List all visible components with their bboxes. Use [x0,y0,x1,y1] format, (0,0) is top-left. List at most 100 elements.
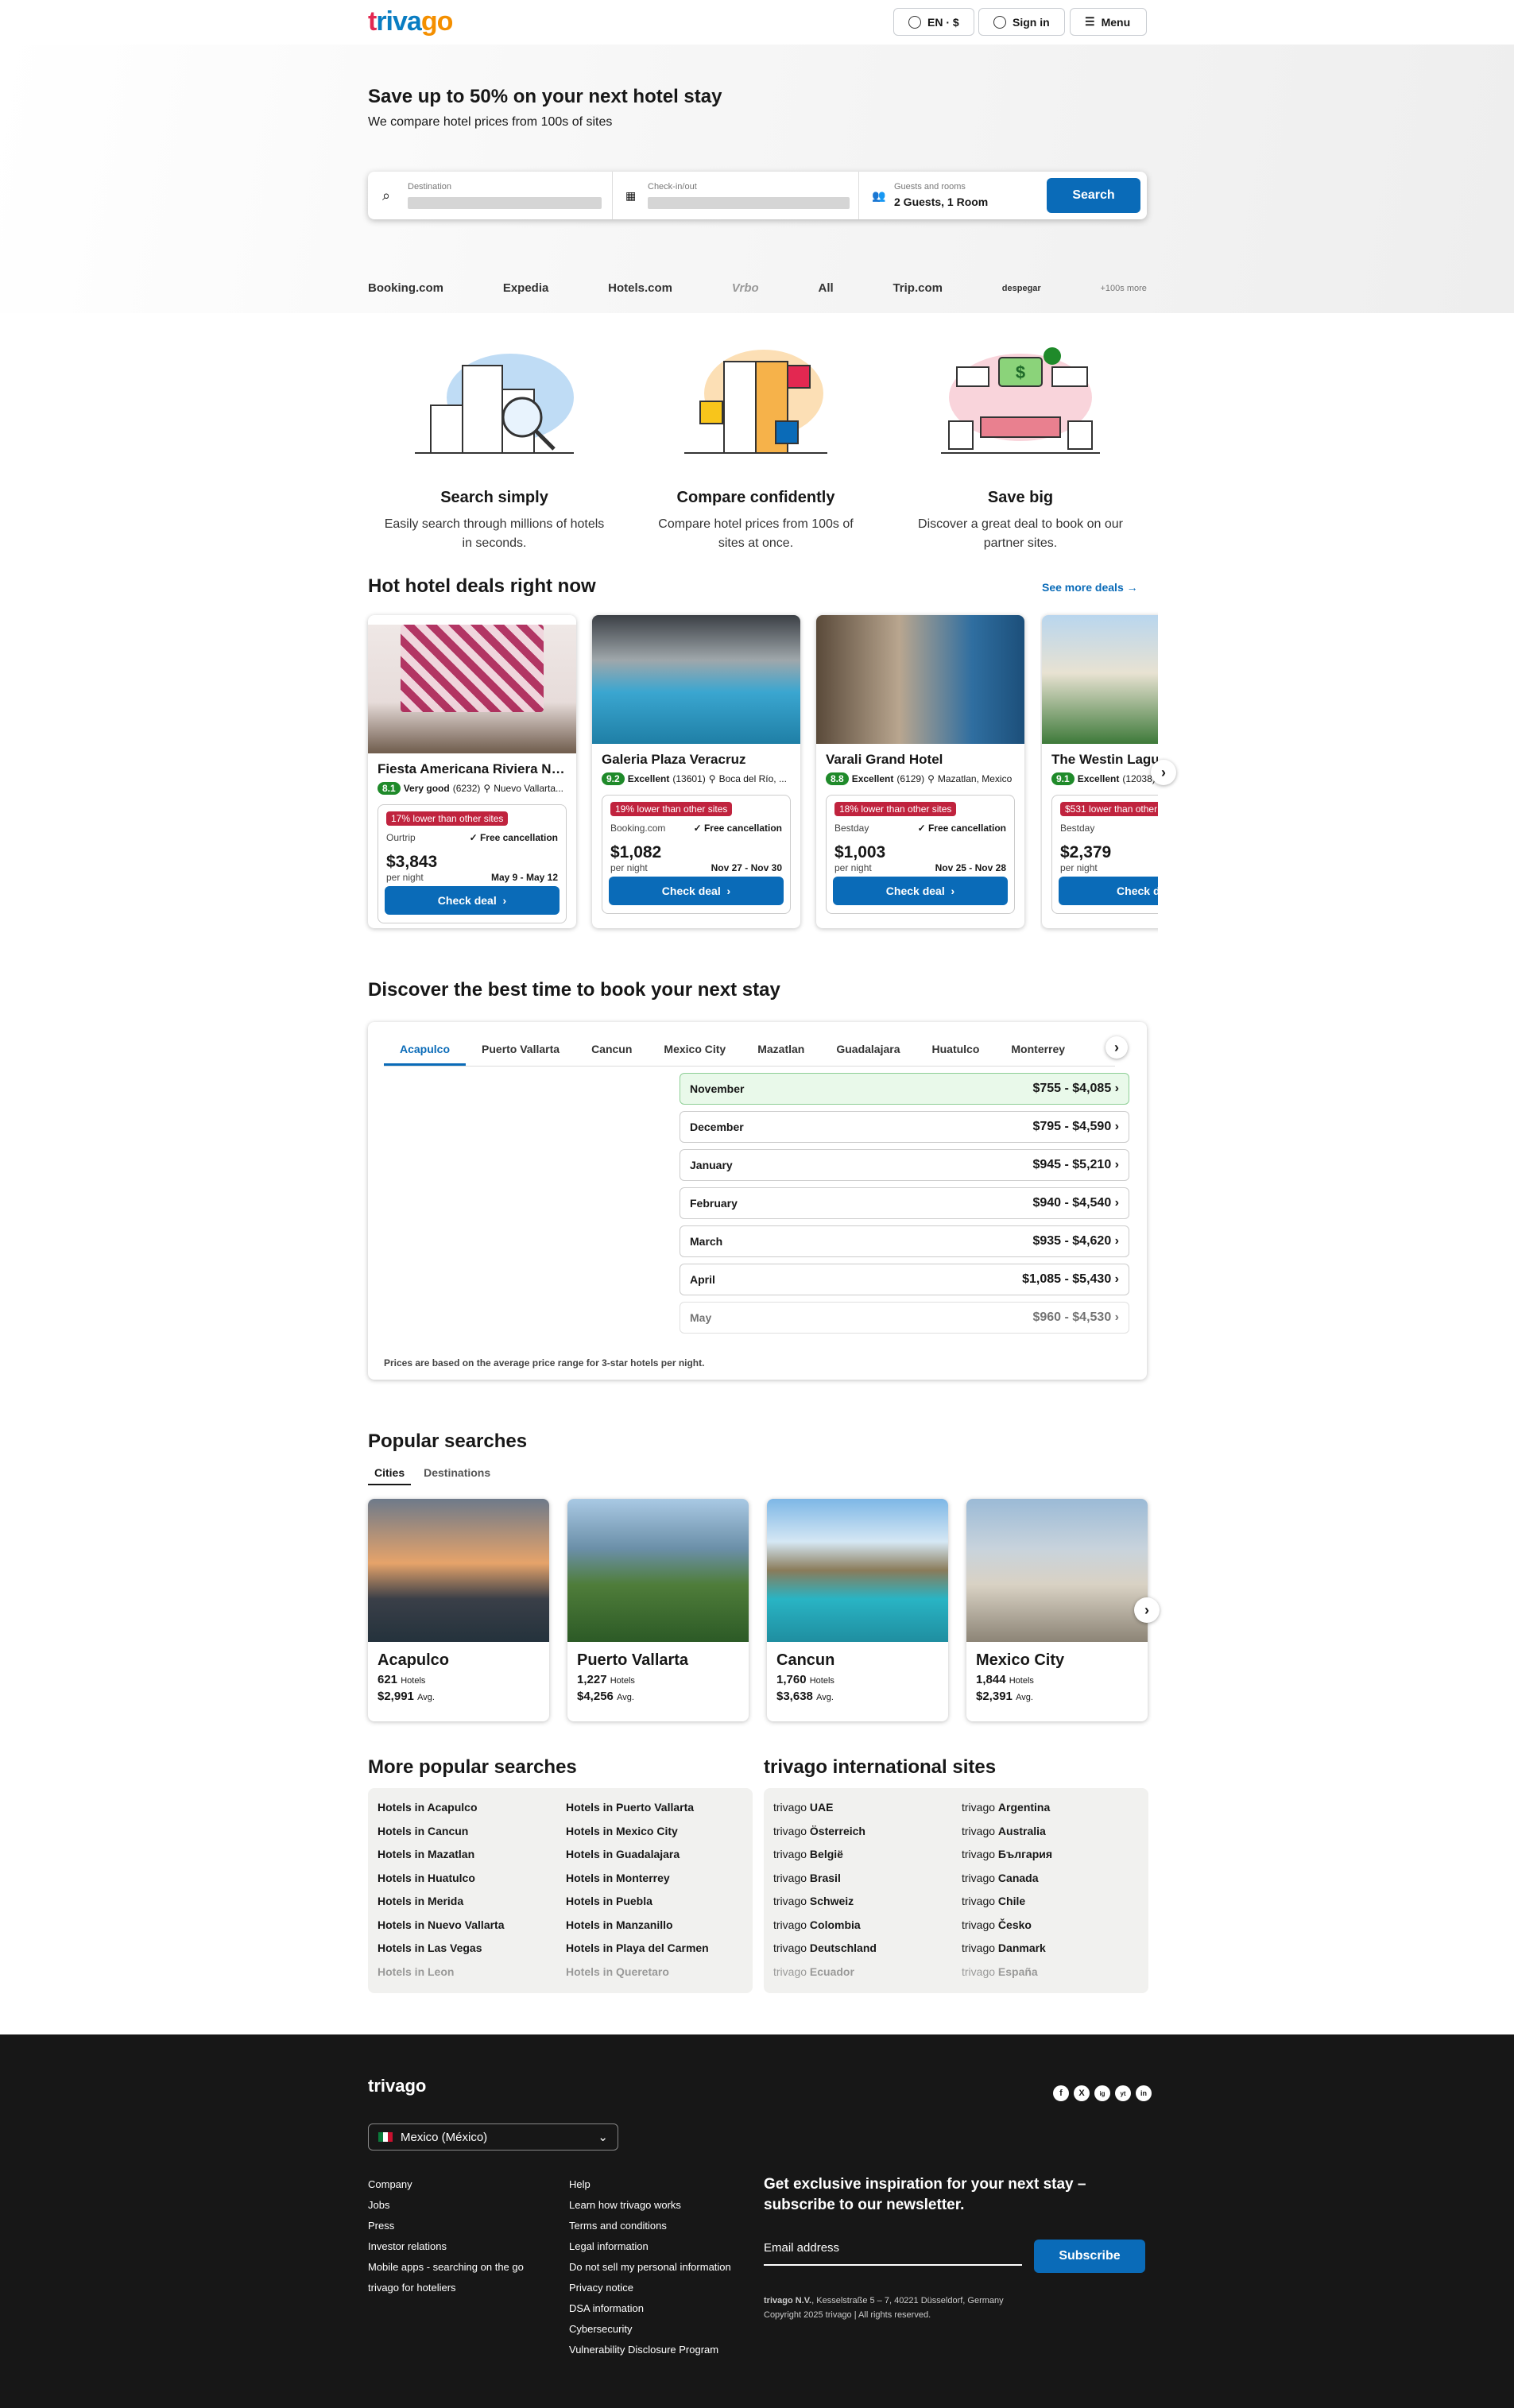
search-link[interactable]: Hotels in Puebla [566,1893,743,1917]
search-link[interactable]: Hotels in Manzanillo [566,1917,743,1941]
intl-site-link[interactable]: trivago UAE [773,1799,951,1823]
footer-link[interactable]: Privacy notice [569,2278,731,2298]
instagram-icon[interactable]: ig [1094,2085,1110,2101]
intl-site-link[interactable]: trivago Schweiz [773,1893,951,1917]
search-link[interactable]: Hotels in Huatulco [378,1870,555,1894]
tab-destinations[interactable]: Destinations [417,1466,497,1485]
footer-link[interactable]: DSA information [569,2298,731,2319]
footer-link[interactable]: trivago for hoteliers [368,2278,524,2298]
month-row[interactable]: November $755 - $4,085 › [680,1073,1129,1105]
check-deal-button[interactable]: Check deal › [385,886,560,915]
month-row[interactable]: February $940 - $4,540 › [680,1187,1129,1219]
check-deal-button[interactable]: Check deal [1059,877,1158,905]
month-row[interactable]: April $1,085 - $5,430 › [680,1264,1129,1295]
see-more-deals-link[interactable]: See more deals → [1042,581,1138,594]
check-deal-button[interactable]: Check deal › [833,877,1008,905]
search-link[interactable]: Hotels in Queretaro [566,1964,743,1988]
month-row[interactable]: December $795 - $4,590 › [680,1111,1129,1143]
feature-save-big: $ Save big Discover a great deal to book… [909,334,1132,553]
tab-mexico-city[interactable]: Mexico City [648,1033,742,1066]
city-card[interactable]: Puerto Vallarta 1,227 Hotels $4,256 Avg. [567,1499,749,1721]
footer-link[interactable]: Vulnerability Disclosure Program [569,2340,731,2360]
city-card[interactable]: Mexico City 1,844 Hotels $2,391 Avg. [966,1499,1148,1721]
facebook-icon[interactable]: f [1053,2085,1069,2101]
deal-card[interactable]: The Westin Lagu... 9.1Excellent(12038) $… [1042,615,1158,928]
search-link[interactable]: Hotels in Mazatlan [378,1846,555,1870]
intl-site-link[interactable]: trivago Brasil [773,1870,951,1894]
intl-site-link[interactable]: trivago Deutschland [773,1940,951,1964]
tab-acapulco[interactable]: Acapulco [384,1033,467,1066]
search-link[interactable]: Hotels in Merida [378,1893,555,1917]
footer-link[interactable]: Cybersecurity [569,2319,731,2340]
destination-field[interactable]: ⌕ Destination [368,172,613,219]
intl-site-link[interactable]: trivago España [962,1964,1139,1988]
tab-guadalajara[interactable]: Guadalajara [820,1033,916,1066]
footer-link[interactable]: Press [368,2216,524,2236]
intl-site-link[interactable]: trivago Canada [962,1870,1139,1894]
intl-site-link[interactable]: trivago Česko [962,1917,1139,1941]
tabs-next-arrow[interactable]: › [1105,1036,1128,1059]
trivago-logo[interactable]: trivago [368,6,453,37]
intl-site-link[interactable]: trivago Ecuador [773,1964,951,1988]
search-button[interactable]: Search [1047,178,1140,213]
footer-link[interactable]: Learn how trivago works [569,2195,731,2216]
intl-site-link[interactable]: trivago Danmark [962,1940,1139,1964]
tab-puerto-vallarta[interactable]: Puerto Vallarta [466,1033,575,1066]
intl-site-link[interactable]: trivago Colombia [773,1917,951,1941]
deal-card[interactable]: Fiesta Americana Riviera Na... 8.1 Very g… [368,615,576,928]
subscribe-button[interactable]: Subscribe [1034,2240,1145,2273]
intl-site-link[interactable]: trivago Chile [962,1893,1139,1917]
search-link[interactable]: Hotels in Monterrey [566,1870,743,1894]
search-link[interactable]: Hotels in Leon [378,1964,555,1988]
email-input[interactable]: Email address [764,2241,1022,2266]
month-row[interactable]: March $935 - $4,620 › [680,1225,1129,1257]
tab-huatulco[interactable]: Huatulco [916,1033,996,1066]
tab-mazatlan[interactable]: Mazatlan [742,1033,820,1066]
location-pin-icon: ⚲ [708,773,716,784]
intl-site-link[interactable]: trivago Argentina [962,1799,1139,1823]
search-link[interactable]: Hotels in Guadalajara [566,1846,743,1870]
city-card[interactable]: Acapulco 621 Hotels $2,991 Avg. [368,1499,549,1721]
month-row[interactable]: January $945 - $5,210 › [680,1149,1129,1181]
footer-link[interactable]: Mobile apps - searching on the go [368,2257,524,2278]
footer-logo[interactable]: trivago [368,2076,426,2096]
tab-cities[interactable]: Cities [368,1466,412,1485]
sign-in-button[interactable]: Sign in [978,8,1065,36]
tab-cancun[interactable]: Cancun [575,1033,648,1066]
partner-logo: All [818,281,834,295]
intl-site-link[interactable]: trivago Österreich [773,1823,951,1847]
x-icon[interactable]: X [1074,2085,1090,2101]
search-link[interactable]: Hotels in Acapulco [378,1799,555,1823]
tab-monterrey[interactable]: Monterrey [995,1033,1081,1066]
footer-link[interactable]: Help [569,2174,731,2195]
menu-button[interactable]: ☰ Menu [1070,8,1147,36]
footer-link[interactable]: Company [368,2174,524,2195]
deals-next-arrow[interactable]: › [1151,760,1176,785]
check-deal-button[interactable]: Check deal › [609,877,784,905]
cities-next-arrow[interactable]: › [1134,1597,1160,1623]
search-link[interactable]: Hotels in Nuevo Vallarta [378,1917,555,1941]
search-link[interactable]: Hotels in Mexico City [566,1823,743,1847]
footer-link[interactable]: Do not sell my personal information [569,2257,731,2278]
intl-site-link[interactable]: trivago България [962,1846,1139,1870]
footer-link[interactable]: Terms and conditions [569,2216,731,2236]
search-link[interactable]: Hotels in Puerto Vallarta [566,1799,743,1823]
intl-site-link[interactable]: trivago België [773,1846,951,1870]
country-select[interactable]: Mexico (México) ⌄ [368,2123,618,2151]
youtube-icon[interactable]: yt [1115,2085,1131,2101]
search-link[interactable]: Hotels in Las Vegas [378,1940,555,1964]
intl-site-link[interactable]: trivago Australia [962,1823,1139,1847]
footer-link[interactable]: Investor relations [368,2236,524,2257]
search-link[interactable]: Hotels in Cancun [378,1823,555,1847]
language-currency-button[interactable]: EN · $ [893,8,974,36]
linkedin-icon[interactable]: in [1136,2085,1152,2101]
deal-card[interactable]: Varali Grand Hotel 8.8 Excellent (6129) ⚲ Ma… [816,615,1024,928]
search-link[interactable]: Hotels in Playa del Carmen [566,1940,743,1964]
checkin-checkout-field[interactable]: ▦ Check-in/out [613,172,859,219]
guests-rooms-field[interactable]: 👥 Guests and rooms 2 Guests, 1 Room [859,172,1050,219]
footer-link[interactable]: Legal information [569,2236,731,2257]
footer-link[interactable]: Jobs [368,2195,524,2216]
deal-card[interactable]: Galeria Plaza Veracruz 9.2 Excellent (1360… [592,615,800,928]
month-row[interactable]: May $960 - $4,530 › [680,1302,1129,1334]
city-card[interactable]: Cancun 1,760 Hotels $3,638 Avg. [767,1499,948,1721]
